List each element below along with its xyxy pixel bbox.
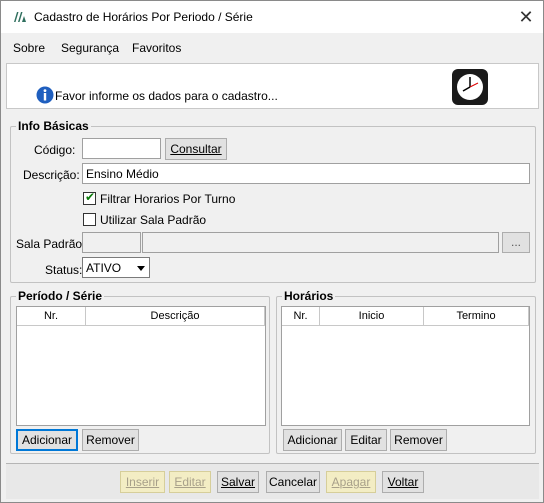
- app-window: Cadastro de Horários Por Periodo / Série…: [0, 0, 544, 503]
- info-message: Favor informe os dados para o cadastro..…: [55, 89, 278, 103]
- menu-favoritos[interactable]: Favoritos: [132, 41, 181, 55]
- chevron-down-icon: [137, 266, 145, 271]
- periodo-legend: Período / Série: [16, 289, 105, 303]
- utilizar-checkbox[interactable]: [83, 213, 96, 226]
- utilizar-label: Utilizar Sala Padrão: [100, 213, 207, 227]
- status-value: ATIVO: [86, 261, 122, 275]
- descricao-input[interactable]: Ensino Médio: [82, 163, 530, 184]
- status-select[interactable]: ATIVO: [82, 257, 150, 278]
- salvar-button[interactable]: Salvar: [217, 471, 259, 493]
- periodo-add-button[interactable]: Adicionar: [16, 429, 78, 451]
- title-bar: Cadastro de Horários Por Periodo / Série…: [1, 1, 543, 33]
- filtrar-checkbox[interactable]: ✔: [83, 190, 96, 205]
- salvar-label: Salvar: [220, 475, 255, 489]
- basic-info-legend: Info Básicas: [16, 119, 91, 133]
- filtrar-label: Filtrar Horarios Por Turno: [100, 192, 236, 206]
- window-title: Cadastro de Horários Por Periodo / Série: [34, 10, 253, 24]
- cancelar-label: Cancelar: [268, 475, 318, 489]
- info-icon: [36, 86, 54, 104]
- menu-seguranca[interactable]: Segurança: [61, 41, 119, 55]
- sala-browse-button[interactable]: ...: [502, 232, 530, 253]
- close-button[interactable]: ✕: [509, 3, 543, 31]
- clock-icon: [452, 69, 488, 105]
- inserir-label: Inserir: [125, 475, 160, 489]
- app-logo-icon: [14, 12, 26, 22]
- status-label: Status:: [45, 263, 83, 277]
- horarios-remove-button[interactable]: Remover: [390, 429, 447, 451]
- voltar-label: Voltar: [387, 475, 419, 489]
- editar-label: Editar: [174, 475, 206, 489]
- periodo-col-nr[interactable]: Nr.: [17, 307, 86, 326]
- sala-label: Sala Padrão:: [16, 237, 86, 251]
- voltar-button[interactable]: Voltar: [382, 471, 424, 493]
- horarios-legend: Horários: [282, 289, 336, 303]
- menu-bar: Sobre Segurança Favoritos: [1, 37, 543, 59]
- apagar-button[interactable]: Apagar: [326, 471, 376, 493]
- consultar-label: Consultar: [170, 142, 222, 156]
- editar-button[interactable]: Editar: [169, 471, 211, 493]
- consultar-button[interactable]: Consultar: [165, 138, 227, 160]
- periodo-col-descricao[interactable]: Descrição: [86, 307, 265, 326]
- horarios-col-termino[interactable]: Termino: [424, 307, 529, 326]
- periodo-table[interactable]: Nr. Descrição: [16, 306, 266, 426]
- cancelar-button[interactable]: Cancelar: [266, 471, 320, 493]
- menu-sobre[interactable]: Sobre: [13, 41, 45, 55]
- apagar-label: Apagar: [331, 475, 371, 489]
- horarios-edit-button[interactable]: Editar: [345, 429, 387, 451]
- periodo-remove-button[interactable]: Remover: [82, 429, 139, 451]
- inserir-button[interactable]: Inserir: [120, 471, 165, 493]
- horarios-col-inicio[interactable]: Inicio: [320, 307, 424, 326]
- horarios-table[interactable]: Nr. Inicio Termino: [281, 306, 530, 426]
- horarios-add-button[interactable]: Adicionar: [283, 429, 342, 451]
- sala-code-input[interactable]: [82, 232, 141, 253]
- codigo-input[interactable]: [82, 138, 161, 159]
- codigo-label: Código:: [34, 143, 76, 157]
- sala-name-input[interactable]: [142, 232, 499, 253]
- descricao-label: Descrição:: [23, 168, 80, 182]
- horarios-col-nr[interactable]: Nr.: [282, 307, 320, 326]
